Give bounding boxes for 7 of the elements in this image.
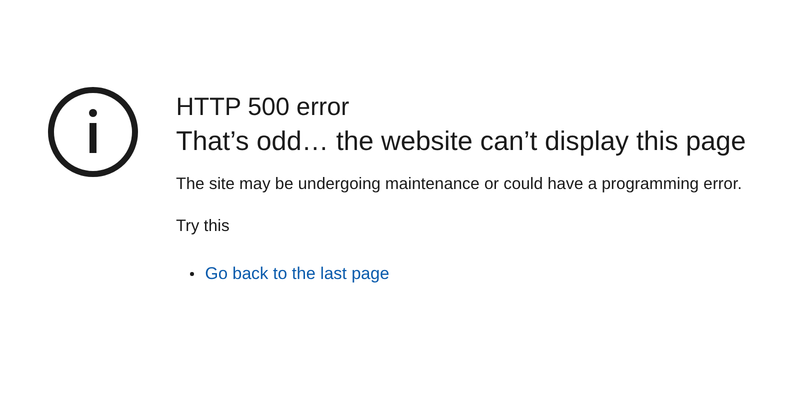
back-link[interactable]: Go back to the last page [205,262,390,286]
suggestions-title: Try this [176,216,230,237]
error-code: HTTP 500 error [176,92,350,122]
bullet-icon [190,272,194,276]
error-heading: That’s odd… the website can’t display this page [176,125,747,158]
info-icon [47,86,139,178]
error-description: The site may be undergoing maintenance or could have a programming error. [176,174,743,195]
